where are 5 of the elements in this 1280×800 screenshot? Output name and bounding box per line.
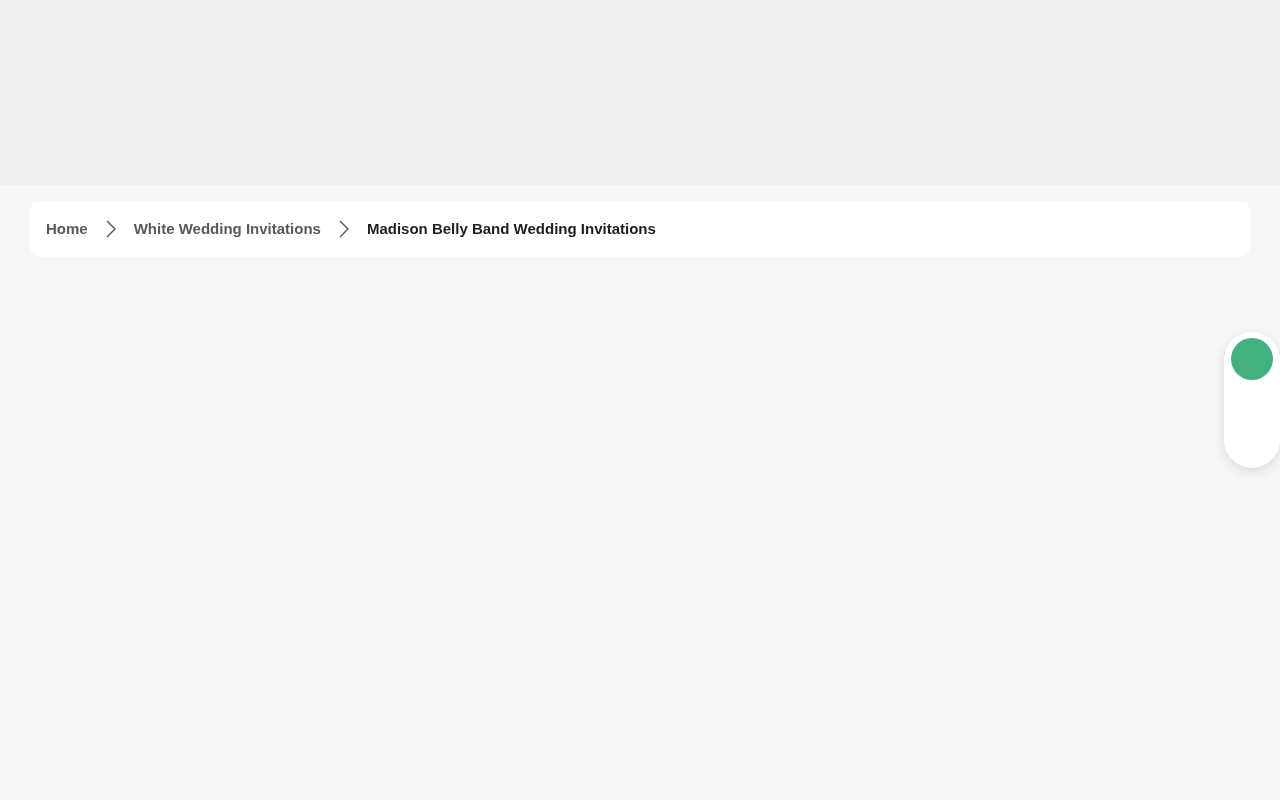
current-page: Madison Belly Band Wedding Invitations bbox=[366, 218, 656, 239]
chevron-right-icon bbox=[105, 220, 116, 238]
breadcrumb-link[interactable]: White Wedding Invitations bbox=[133, 217, 321, 241]
chevron-right-icon bbox=[338, 220, 349, 238]
breadcrumb-link[interactable]: Home bbox=[46, 217, 88, 241]
